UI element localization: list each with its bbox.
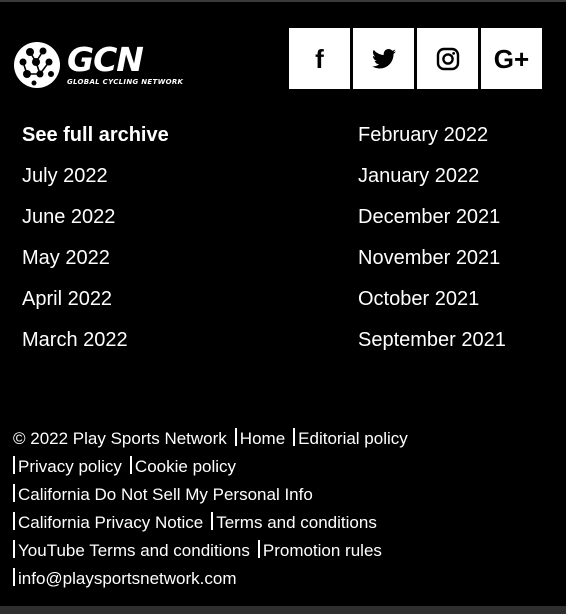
- copyright-text: © 2022 Play Sports Network: [13, 429, 227, 448]
- youtube-terms-link[interactable]: YouTube Terms and conditions: [18, 541, 250, 560]
- terms-and-conditions-link[interactable]: Terms and conditions: [216, 513, 377, 532]
- google-plus-icon: G+: [493, 43, 530, 74]
- separator: [293, 428, 296, 446]
- separator: [13, 568, 15, 586]
- archive-link-sep-2021[interactable]: September 2021: [358, 325, 542, 366]
- logo-tagline: GLOBAL CYCLING NETWORK: [67, 78, 184, 86]
- separator: [13, 540, 15, 558]
- archive-link-apr-2022[interactable]: April 2022: [22, 284, 358, 325]
- archive-link-jan-2022[interactable]: January 2022: [358, 161, 542, 202]
- archive-link-jun-2022[interactable]: June 2022: [22, 202, 358, 243]
- instagram-button[interactable]: [417, 28, 478, 89]
- see-full-archive-link[interactable]: See full archive: [22, 120, 358, 161]
- archive-link-jul-2022[interactable]: July 2022: [22, 161, 358, 202]
- archive-link-mar-2022[interactable]: March 2022: [22, 325, 358, 366]
- google-plus-button[interactable]: G+: [481, 28, 542, 89]
- facebook-icon: f: [315, 43, 324, 74]
- archive-link-may-2022[interactable]: May 2022: [22, 243, 358, 284]
- archive-link-oct-2021[interactable]: October 2021: [358, 284, 542, 325]
- contact-email-link[interactable]: info@playsportsnetwork.com: [18, 569, 237, 588]
- facebook-button[interactable]: f: [289, 28, 350, 89]
- gcn-logo[interactable]: GCN GLOBAL CYCLING NETWORK: [12, 40, 183, 90]
- cookie-policy-link[interactable]: Cookie policy: [135, 457, 236, 476]
- separator: [13, 456, 15, 474]
- cycling-network-globe-icon: [14, 42, 60, 88]
- california-do-not-sell-link[interactable]: California Do Not Sell My Personal Info: [18, 485, 313, 504]
- legal-links: © 2022 Play Sports Network Home Editorial …: [13, 425, 553, 593]
- twitter-icon: [371, 48, 396, 68]
- california-privacy-notice-link[interactable]: California Privacy Notice: [18, 513, 203, 532]
- editorial-policy-link[interactable]: Editorial policy: [298, 429, 408, 448]
- separator: [13, 512, 15, 530]
- instagram-icon: [436, 47, 459, 70]
- separator: [129, 456, 132, 474]
- archive-link-dec-2021[interactable]: December 2021: [358, 202, 542, 243]
- twitter-button[interactable]: [353, 28, 414, 89]
- separator: [257, 540, 260, 558]
- archive-link-nov-2021[interactable]: November 2021: [358, 243, 542, 284]
- separator: [13, 484, 15, 502]
- separator: [234, 428, 237, 446]
- separator: [211, 512, 214, 530]
- site-footer: GCN GLOBAL CYCLING NETWORK f G+ See full…: [0, 0, 566, 614]
- social-links: f G+: [289, 28, 542, 89]
- archive-links: See full archive February 2022 July 2022…: [22, 120, 542, 366]
- privacy-policy-link[interactable]: Privacy policy: [18, 457, 122, 476]
- archive-link-feb-2022[interactable]: February 2022: [358, 120, 542, 161]
- promotion-rules-link[interactable]: Promotion rules: [263, 541, 382, 560]
- logo-wordmark: GCN: [67, 40, 144, 79]
- home-link[interactable]: Home: [240, 429, 285, 448]
